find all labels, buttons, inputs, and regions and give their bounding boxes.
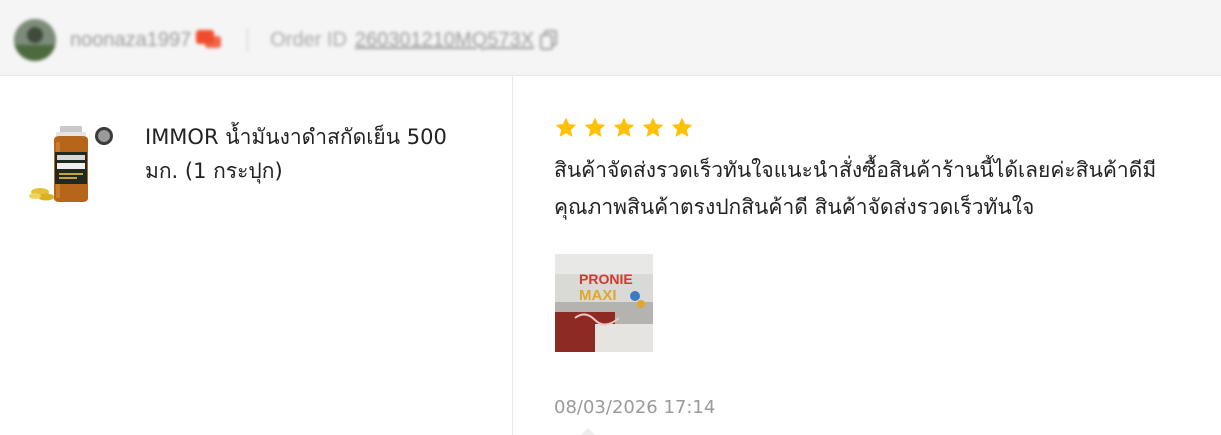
review-content: สินค้าจัดส่งรวดเร็วทันใจแนะนำสั่งซื้อสิน…	[554, 116, 1214, 418]
buyer-username[interactable]: noonaza1997	[70, 29, 191, 52]
order-id-label: Order ID	[270, 28, 347, 51]
star-rating	[554, 116, 1214, 146]
star-icon	[671, 117, 693, 137]
review-text-line: สินค้าจัดส่งรวดเร็วทันใจแนะนำสั่งซื้อสิน…	[554, 158, 1157, 182]
copy-icon[interactable]	[539, 30, 558, 50]
review-timestamp: 08/03/2026 17:14	[554, 397, 716, 418]
svg-text:PRONIE: PRONIE	[579, 271, 633, 287]
comment-caret	[581, 428, 595, 435]
order-id-link[interactable]: 260301210MQ573X	[355, 29, 534, 52]
star-icon	[642, 117, 664, 137]
star-icon	[584, 117, 606, 137]
review-text-line: คุณภาพสินค้าตรงปกสินค้าดี สินค้าจัดส่งรว…	[554, 195, 1035, 219]
product-thumbnail[interactable]	[26, 118, 116, 208]
review-header: noonaza1997 Order ID 260301210MQ573X	[0, 0, 1221, 76]
svg-text:MAXI: MAXI	[579, 287, 617, 304]
avatar[interactable]	[14, 19, 56, 61]
column-divider	[512, 76, 513, 435]
star-icon	[613, 117, 635, 137]
review-text: สินค้าจัดส่งรวดเร็วทันใจแนะนำสั่งซื้อสิน…	[554, 152, 1214, 226]
product-name[interactable]: IMMOR น้ำมันงาดำสกัดเย็น 500 มก. (1 กระป…	[145, 120, 475, 188]
buyer-info: noonaza1997 Order ID 260301210MQ573X	[14, 19, 558, 61]
header-separator	[247, 28, 249, 52]
review-photo[interactable]: PRONIE MAXI	[555, 254, 653, 352]
star-icon	[555, 117, 577, 137]
chat-bubble-icon[interactable]	[195, 28, 223, 52]
